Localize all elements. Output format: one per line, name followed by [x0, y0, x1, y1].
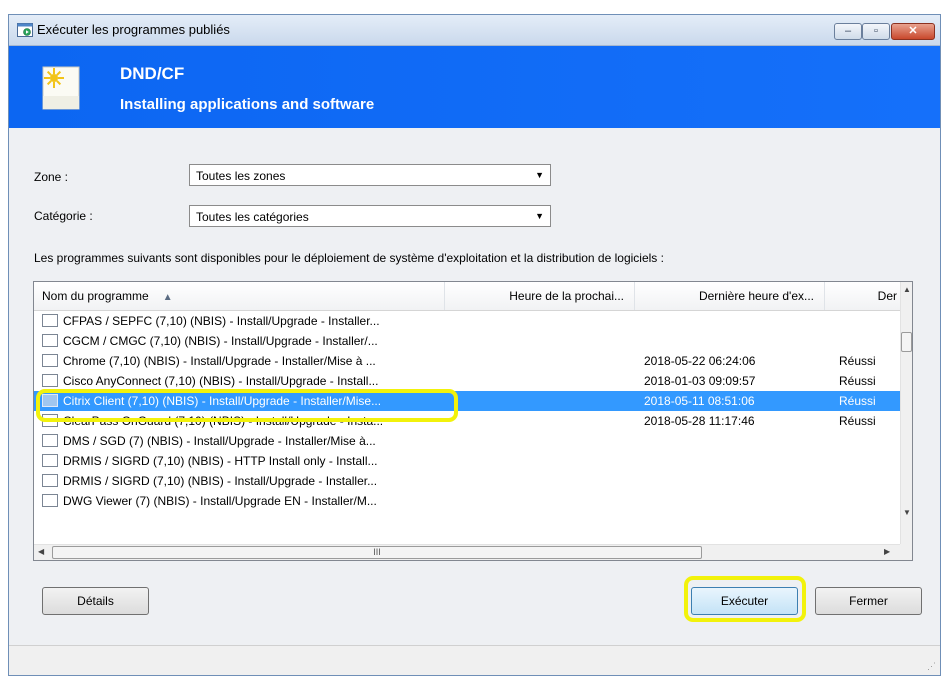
run-button-highlight: [684, 576, 806, 622]
program-icon: [42, 354, 58, 367]
last-run-time: 2018-05-11 08:51:06: [644, 394, 755, 408]
program-name: DMS / SGD (7) (NBIS) - Install/Upgrade -…: [63, 434, 376, 448]
chevron-down-icon: ▼: [535, 211, 544, 221]
banner-subtitle: Installing applications and software: [120, 96, 375, 113]
scroll-left-icon[interactable]: ◀: [38, 547, 44, 556]
scroll-right-icon[interactable]: ▶: [884, 547, 890, 556]
horizontal-scrollbar[interactable]: ◀ III ▶: [34, 544, 900, 560]
run-status: Réussi: [839, 414, 876, 428]
zone-select-value: Toutes les zones: [196, 169, 286, 183]
table-row[interactable]: DMS / SGD (7) (NBIS) - Install/Upgrade -…: [34, 431, 900, 451]
window-title: Exécuter les programmes publiés: [37, 22, 230, 37]
column-header-last-run[interactable]: Dernière heure d'ex...: [635, 282, 825, 310]
zone-label: Zone :: [34, 170, 69, 184]
document-star-icon: [42, 66, 80, 110]
column-header-status[interactable]: Der: [825, 282, 905, 310]
program-name: DWG Viewer (7) (NBIS) - Install/Upgrade …: [63, 494, 377, 508]
published-programs-window: Exécuter les programmes publiés ‒ ▫ ✕ DN…: [8, 14, 941, 676]
sort-ascending-icon: ▲: [162, 292, 173, 303]
program-name: CFPAS / SEPFC (7,10) (NBIS) - Install/Up…: [63, 314, 380, 328]
maximize-button[interactable]: ▫: [862, 23, 890, 40]
programs-description: Les programmes suivants sont disponibles…: [34, 251, 664, 265]
header-banner: DND/CF Installing applications and softw…: [9, 46, 940, 128]
program-name: DRMIS / SIGRD (7,10) (NBIS) - HTTP Insta…: [63, 454, 378, 468]
scroll-corner: [900, 544, 912, 560]
table-row[interactable]: Cisco AnyConnect (7,10) (NBIS) - Install…: [34, 371, 900, 391]
last-run-time: 2018-05-28 11:17:46: [644, 414, 755, 428]
table-row[interactable]: Chrome (7,10) (NBIS) - Install/Upgrade -…: [34, 351, 900, 371]
selected-row-highlight: [36, 389, 458, 422]
category-select[interactable]: Toutes les catégories ▼: [189, 205, 551, 227]
table-row[interactable]: DRMIS / SIGRD (7,10) (NBIS) - Install/Up…: [34, 471, 900, 491]
vertical-scroll-thumb[interactable]: [901, 332, 912, 352]
last-run-time: 2018-01-03 09:09:57: [644, 374, 756, 388]
banner-title: DND/CF: [120, 64, 185, 83]
run-status: Réussi: [839, 394, 876, 408]
program-icon: [42, 434, 58, 447]
vertical-scrollbar[interactable]: ▲ ▼: [900, 282, 912, 544]
program-window-icon: [17, 23, 33, 37]
program-icon: [42, 474, 58, 487]
column-header-next-run[interactable]: Heure de la prochai...: [445, 282, 635, 310]
program-name: Chrome (7,10) (NBIS) - Install/Upgrade -…: [63, 354, 376, 368]
scroll-down-icon[interactable]: ▼: [903, 508, 911, 517]
column-header-name-label: Nom du programme: [42, 289, 149, 303]
column-header-name[interactable]: Nom du programme ▲: [34, 282, 445, 310]
table-row[interactable]: CFPAS / SEPFC (7,10) (NBIS) - Install/Up…: [34, 311, 900, 331]
list-header: Nom du programme ▲ Heure de la prochai...…: [34, 282, 900, 311]
title-bar[interactable]: Exécuter les programmes publiés ‒ ▫ ✕: [9, 15, 940, 46]
program-name: CGCM / CMGC (7,10) (NBIS) - Install/Upgr…: [63, 334, 378, 348]
zone-select[interactable]: Toutes les zones ▼: [189, 164, 551, 186]
details-button[interactable]: Détails: [42, 587, 149, 615]
close-window-button[interactable]: ✕: [891, 23, 935, 40]
status-bar: ⋰: [9, 645, 940, 675]
program-name: DRMIS / SIGRD (7,10) (NBIS) - Install/Up…: [63, 474, 378, 488]
program-icon: [42, 494, 58, 507]
category-label: Catégorie :: [34, 209, 93, 223]
run-status: Réussi: [839, 354, 876, 368]
program-icon: [42, 454, 58, 467]
table-row[interactable]: DRMIS / SIGRD (7,10) (NBIS) - HTTP Insta…: [34, 451, 900, 471]
minimize-button[interactable]: ‒: [834, 23, 862, 40]
program-icon: [42, 334, 58, 347]
scroll-up-icon[interactable]: ▲: [903, 285, 911, 294]
close-button[interactable]: Fermer: [815, 587, 922, 615]
table-row[interactable]: DWG Viewer (7) (NBIS) - Install/Upgrade …: [34, 491, 900, 511]
program-icon: [42, 374, 58, 387]
chevron-down-icon: ▼: [535, 170, 544, 180]
resize-grip-icon[interactable]: ⋰: [927, 661, 936, 672]
run-status: Réussi: [839, 374, 876, 388]
horizontal-scroll-thumb[interactable]: III: [52, 546, 702, 559]
last-run-time: 2018-05-22 06:24:06: [644, 354, 756, 368]
category-select-value: Toutes les catégories: [196, 210, 309, 224]
program-icon: [42, 314, 58, 327]
program-name: Cisco AnyConnect (7,10) (NBIS) - Install…: [63, 374, 379, 388]
table-row[interactable]: CGCM / CMGC (7,10) (NBIS) - Install/Upgr…: [34, 331, 900, 351]
